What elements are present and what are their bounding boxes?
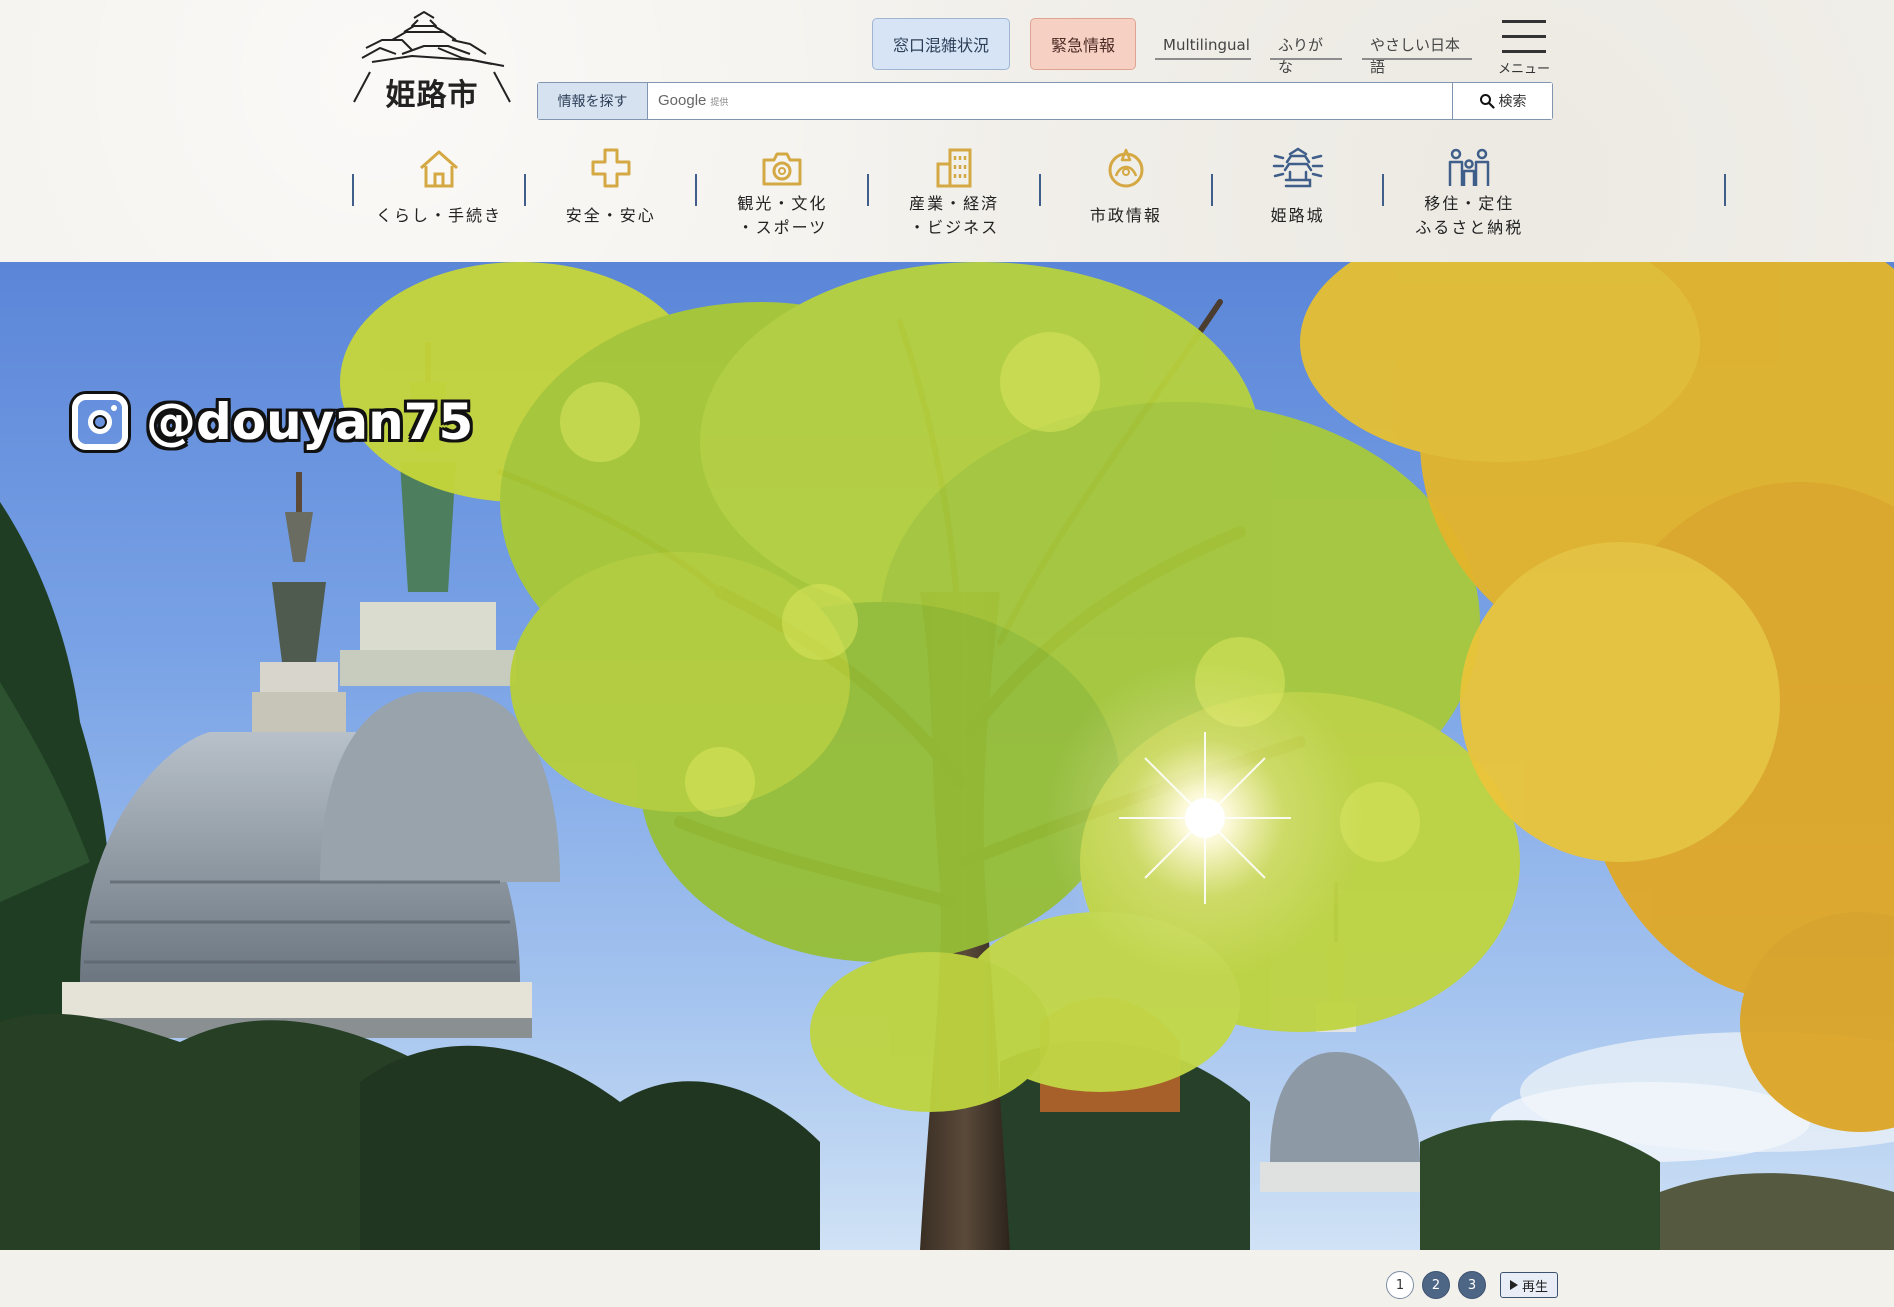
nav-label: 市政情報 [1089,206,1162,225]
nav-label-line2: ふるさと納税 [1415,218,1524,237]
family-icon [1449,148,1490,186]
easy-japanese-link[interactable]: やさしい日本語 [1362,34,1472,76]
main-nav: くらし・手続き 安全・安心 観光・文化 ・スポーツ 産業・経済 ・ビジネス 市政… [352,140,1726,250]
nav-label: 安全・安心 [565,206,656,225]
carousel-controls: 1 2 3 再生 [0,1250,1894,1307]
carousel-page-3[interactable]: 3 [1458,1271,1486,1299]
nav-item-city-info[interactable]: 市政情報 [1038,148,1211,225]
nav-item-living[interactable]: くらし・手続き [352,150,524,225]
house-icon [420,150,458,188]
castle-icon [1272,147,1323,188]
nav-item-migration[interactable]: 移住・定住 ふるさと納税 [1382,148,1726,237]
nav-label: 産業・経済 [909,194,1000,213]
nav-label: くらし・手続き [375,206,502,225]
site-search: 情報を探す Google 提供 検索 [537,82,1553,120]
carousel-page-1[interactable]: 1 [1386,1271,1414,1299]
congestion-status-button[interactable]: 窓口混雑状況 [872,18,1010,70]
nav-label-line2: ・ビジネス [909,218,1000,237]
cross-icon [591,148,631,188]
nav-label: 観光・文化 [737,194,828,213]
menu-label: メニュー [1497,62,1550,77]
nav-label: 姫路城 [1270,206,1325,225]
hamburger-bar [1502,50,1546,53]
google-label: Google [658,92,707,109]
search-tag: 情報を探す [538,83,648,119]
nav-label-line2: ・スポーツ [737,218,828,237]
nav-item-industry[interactable]: 産業・経済 ・ビジネス [867,148,1039,237]
play-label: 再生 [1521,1279,1548,1295]
instagram-icon [72,394,128,450]
search-input[interactable] [648,83,1452,119]
hero-slideshow[interactable]: @douyan75 [0,262,1894,1250]
hamburger-icon [1502,20,1546,23]
site-header: 姫路市 窓口混雑状況 緊急情報 Multilingual ふりがな やさしい日本… [0,0,1894,262]
search-button[interactable]: 検索 [1452,83,1552,119]
nav-item-tourism[interactable]: 観光・文化 ・スポーツ [695,152,867,237]
multilingual-link[interactable]: Multilingual [1155,34,1251,60]
instagram-handle: @douyan75 [146,393,474,451]
himeji-logo[interactable]: 姫路市 [352,10,512,113]
emergency-info-button[interactable]: 緊急情報 [1030,18,1136,70]
carousel-play-button[interactable]: 再生 [1500,1272,1558,1298]
nav-item-castle[interactable]: 姫路城 [1210,147,1383,225]
google-branding: Google 提供 [658,92,728,109]
carousel-pager: 1 2 3 再生 [1386,1271,1558,1299]
google-sub: 提供 [710,97,729,107]
nav-item-safety[interactable]: 安全・安心 [523,148,696,225]
logo-text: 姫路市 [385,78,479,113]
camera-icon [762,152,802,186]
instagram-credit: @douyan75 [72,392,473,452]
play-icon [1509,1280,1518,1290]
building-icon [936,148,972,188]
hamburger-bar [1502,35,1546,38]
search-button-label: 検索 [1498,94,1527,110]
city-emblem-icon [1108,148,1144,188]
furigana-link[interactable]: ふりがな [1270,34,1342,76]
carousel-page-2[interactable]: 2 [1422,1271,1450,1299]
menu-button[interactable]: メニュー [1494,18,1554,78]
search-icon [1479,94,1495,109]
nav-label: 移住・定住 [1424,194,1515,213]
